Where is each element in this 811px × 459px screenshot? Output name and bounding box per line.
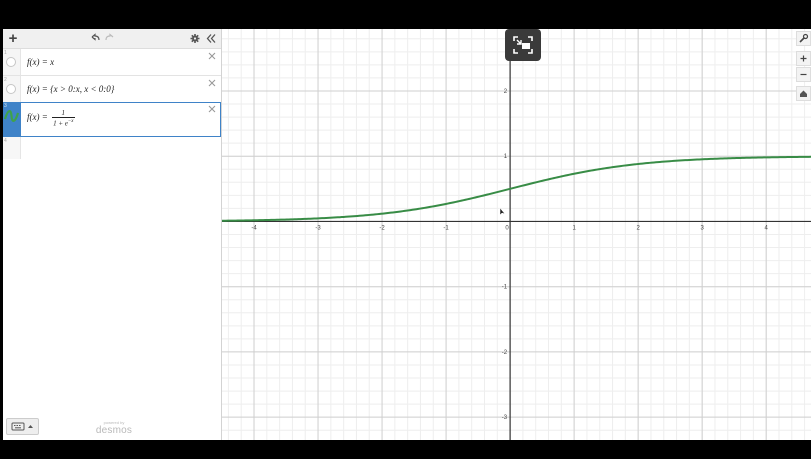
empty-expression-row[interactable]: 4 bbox=[3, 137, 221, 159]
panel-toolbar: + bbox=[3, 29, 221, 49]
undo-icon[interactable] bbox=[89, 29, 101, 48]
x-tick-label: -2 bbox=[379, 225, 385, 231]
graph-canvas[interactable]: -4 -3 -2 -1 0 1 2 3 4 2 1 -1 -2 -3 bbox=[222, 29, 811, 440]
x-tick-label: 2 bbox=[636, 225, 640, 231]
expression-math[interactable]: f(x) = x bbox=[27, 57, 54, 67]
redo-icon[interactable] bbox=[104, 29, 116, 48]
expression-math[interactable]: f(x) = {x > 0:x, x < 0:0} bbox=[27, 84, 114, 94]
expression-gutter: 2 bbox=[3, 76, 21, 102]
y-tick-label: -1 bbox=[502, 285, 508, 291]
collapse-panel-icon[interactable] bbox=[204, 29, 217, 48]
add-expression-button[interactable]: + bbox=[6, 29, 20, 48]
x-tick-label: 3 bbox=[700, 225, 704, 231]
expression-row[interactable]: 1 f(x) = x bbox=[3, 49, 221, 76]
expression-lhs: f(x) = bbox=[27, 84, 48, 94]
expression-gutter: 4 bbox=[3, 137, 21, 159]
zoom-out-icon[interactable] bbox=[796, 67, 811, 82]
y-tick-label: 1 bbox=[504, 154, 508, 160]
x-tick-label: -3 bbox=[315, 225, 321, 231]
keyboard-toggle-button[interactable] bbox=[6, 418, 39, 435]
x-tick-label: 0 bbox=[505, 225, 509, 231]
y-tick-label: -3 bbox=[502, 415, 508, 421]
expression-number: 1 bbox=[4, 50, 7, 56]
expression-rhs: {x > 0:x, x < 0:0} bbox=[50, 84, 115, 94]
fraction-denominator: 1 + e−x bbox=[52, 118, 74, 127]
expression-lhs: f(x) = bbox=[27, 112, 48, 123]
hidden-graph-toggle[interactable] bbox=[6, 84, 16, 94]
x-tick-label: -1 bbox=[443, 225, 449, 231]
expression-math[interactable]: f(x) = 1 1 + e−x bbox=[27, 109, 75, 127]
graph-style-icon[interactable] bbox=[4, 110, 19, 122]
expression-gutter: 3 bbox=[3, 102, 21, 136]
expression-number: 4 bbox=[4, 138, 7, 144]
denominator-exponent: −x bbox=[67, 119, 74, 124]
x-tick-label: 4 bbox=[765, 225, 769, 231]
denominator-base: 1 + e bbox=[53, 119, 68, 128]
exit-fullscreen-button[interactable] bbox=[505, 29, 541, 61]
delete-expression-icon[interactable] bbox=[207, 104, 217, 114]
wrench-icon[interactable] bbox=[796, 31, 811, 46]
expression-row-active[interactable]: 3 f(x) = 1 1 + e−x bbox=[3, 102, 221, 137]
expression-rhs: x bbox=[50, 57, 55, 67]
delete-expression-icon[interactable] bbox=[207, 78, 217, 88]
x-tick-label: 1 bbox=[572, 225, 576, 231]
exit-fullscreen-icon bbox=[513, 36, 533, 54]
sigmoid-curve bbox=[222, 155, 811, 222]
expression-panel: + 1 f(x) = x 2 f(x) = {x > 0:x, x < 0:0}… bbox=[3, 29, 222, 440]
powered-by-desmos: powered by desmos bbox=[89, 420, 139, 436]
expression-row[interactable]: 2 f(x) = {x > 0:x, x < 0:0} bbox=[3, 76, 221, 103]
keyboard-icon bbox=[11, 422, 33, 431]
zoom-in-icon[interactable] bbox=[796, 51, 811, 66]
y-tick-label: -2 bbox=[502, 350, 508, 356]
hidden-graph-toggle[interactable] bbox=[6, 57, 16, 67]
graph-paper[interactable]: -4 -3 -2 -1 0 1 2 3 4 2 1 -1 -2 -3 bbox=[222, 29, 811, 440]
graph-side-controls bbox=[796, 29, 811, 109]
expression-number: 2 bbox=[4, 77, 7, 83]
home-icon[interactable] bbox=[796, 86, 811, 101]
fraction-numerator: 1 bbox=[52, 109, 75, 118]
gear-icon[interactable] bbox=[189, 29, 201, 48]
delete-expression-icon[interactable] bbox=[207, 51, 217, 61]
fraction: 1 1 + e−x bbox=[52, 109, 75, 127]
desmos-logo: desmos bbox=[95, 425, 133, 436]
expression-number: 3 bbox=[4, 103, 7, 109]
desmos-calculator: + 1 f(x) = x 2 f(x) = {x > 0:x, x < 0:0}… bbox=[3, 29, 811, 440]
expression-lhs: f(x) = bbox=[27, 57, 48, 67]
y-tick-label: 2 bbox=[504, 89, 508, 95]
mouse-cursor bbox=[499, 207, 506, 216]
expression-gutter: 1 bbox=[3, 49, 21, 75]
x-tick-label: -4 bbox=[251, 225, 257, 231]
